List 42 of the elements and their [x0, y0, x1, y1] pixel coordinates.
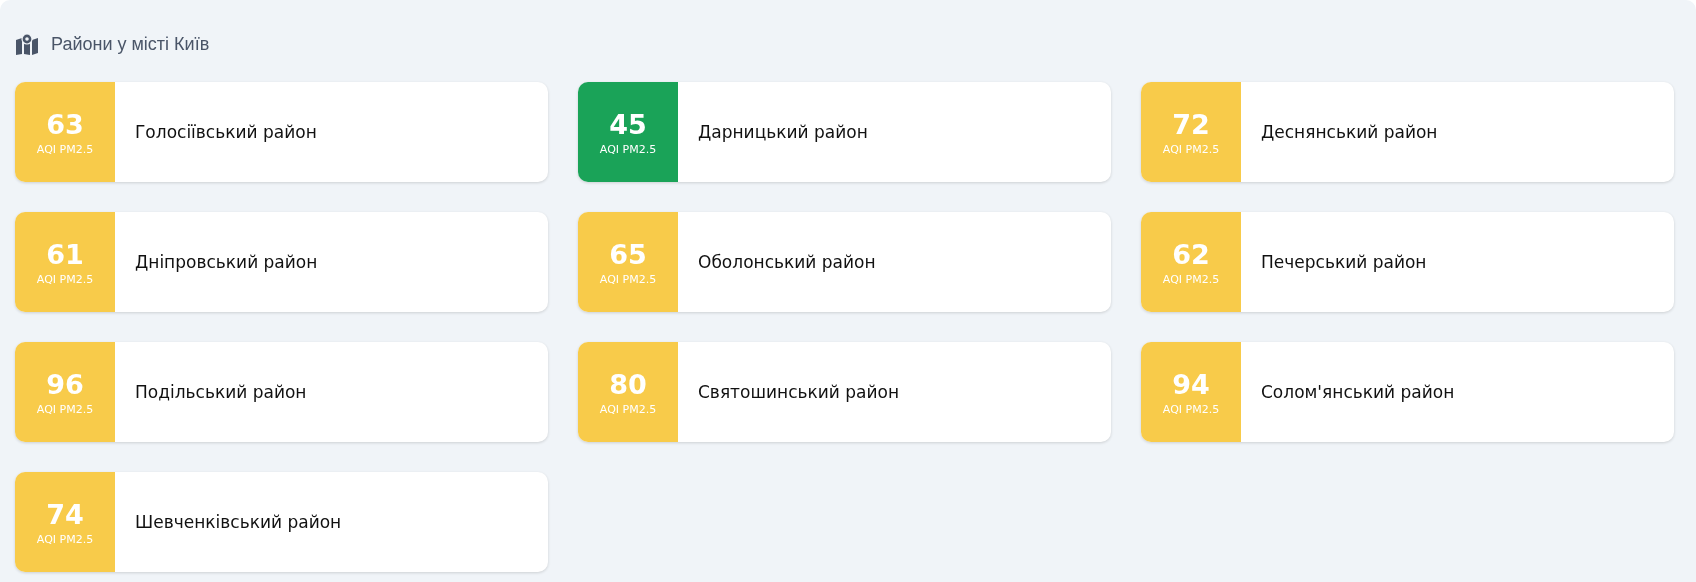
aqi-value: 65 — [609, 238, 647, 271]
aqi-value: 61 — [46, 238, 84, 271]
district-name: Оболонський район — [698, 252, 876, 272]
aqi-label: AQI PM2.5 — [1162, 142, 1220, 156]
district-card[interactable]: 96 AQI PM2.5 Подільський район — [15, 342, 548, 442]
section-title: Райони у місті Київ — [51, 33, 210, 55]
aqi-value: 94 — [1172, 368, 1210, 401]
district-name: Шевченківський район — [135, 512, 342, 532]
aqi-label: AQI PM2.5 — [1162, 402, 1220, 416]
district-name: Подільський район — [135, 382, 307, 402]
aqi-label: AQI PM2.5 — [599, 272, 657, 286]
aqi-value: 74 — [46, 498, 84, 531]
aqi-label: AQI PM2.5 — [599, 142, 657, 156]
aqi-value: 96 — [46, 368, 84, 401]
district-card[interactable]: 65 AQI PM2.5 Оболонський район — [578, 212, 1111, 312]
district-card[interactable]: 74 AQI PM2.5 Шевченківський район — [15, 472, 548, 572]
aqi-value: 63 — [46, 108, 84, 141]
aqi-label: AQI PM2.5 — [36, 532, 94, 546]
aqi-label: AQI PM2.5 — [36, 272, 94, 286]
aqi-label: AQI PM2.5 — [36, 142, 94, 156]
aqi-value: 72 — [1172, 108, 1210, 141]
aqi-label: AQI PM2.5 — [36, 402, 94, 416]
map-pin-icon — [15, 33, 39, 55]
aqi-value: 80 — [609, 368, 647, 401]
aqi-value: 45 — [609, 108, 647, 141]
district-card[interactable]: 63 AQI PM2.5 Голосіївський район — [15, 82, 548, 182]
district-name: Святошинський район — [698, 382, 900, 402]
district-card[interactable]: 94 AQI PM2.5 Солом'янський район — [1141, 342, 1674, 442]
district-card[interactable]: 45 AQI PM2.5 Дарницький район — [578, 82, 1111, 182]
district-name: Голосіївський район — [135, 122, 317, 142]
district-name: Солом'янський район — [1261, 382, 1455, 402]
district-card[interactable]: 80 AQI PM2.5 Святошинський район — [578, 342, 1111, 442]
district-card[interactable]: 62 AQI PM2.5 Печерський район — [1141, 212, 1674, 312]
district-name: Деснянський район — [1261, 122, 1438, 142]
aqi-label: AQI PM2.5 — [599, 402, 657, 416]
district-name: Дарницький район — [698, 122, 868, 142]
district-name: Дніпровський район — [135, 252, 318, 272]
district-name: Печерський район — [1261, 252, 1427, 272]
aqi-label: AQI PM2.5 — [1162, 272, 1220, 286]
district-card[interactable]: 61 AQI PM2.5 Дніпровський район — [15, 212, 548, 312]
district-card[interactable]: 72 AQI PM2.5 Деснянський район — [1141, 82, 1674, 182]
aqi-value: 62 — [1172, 238, 1210, 271]
